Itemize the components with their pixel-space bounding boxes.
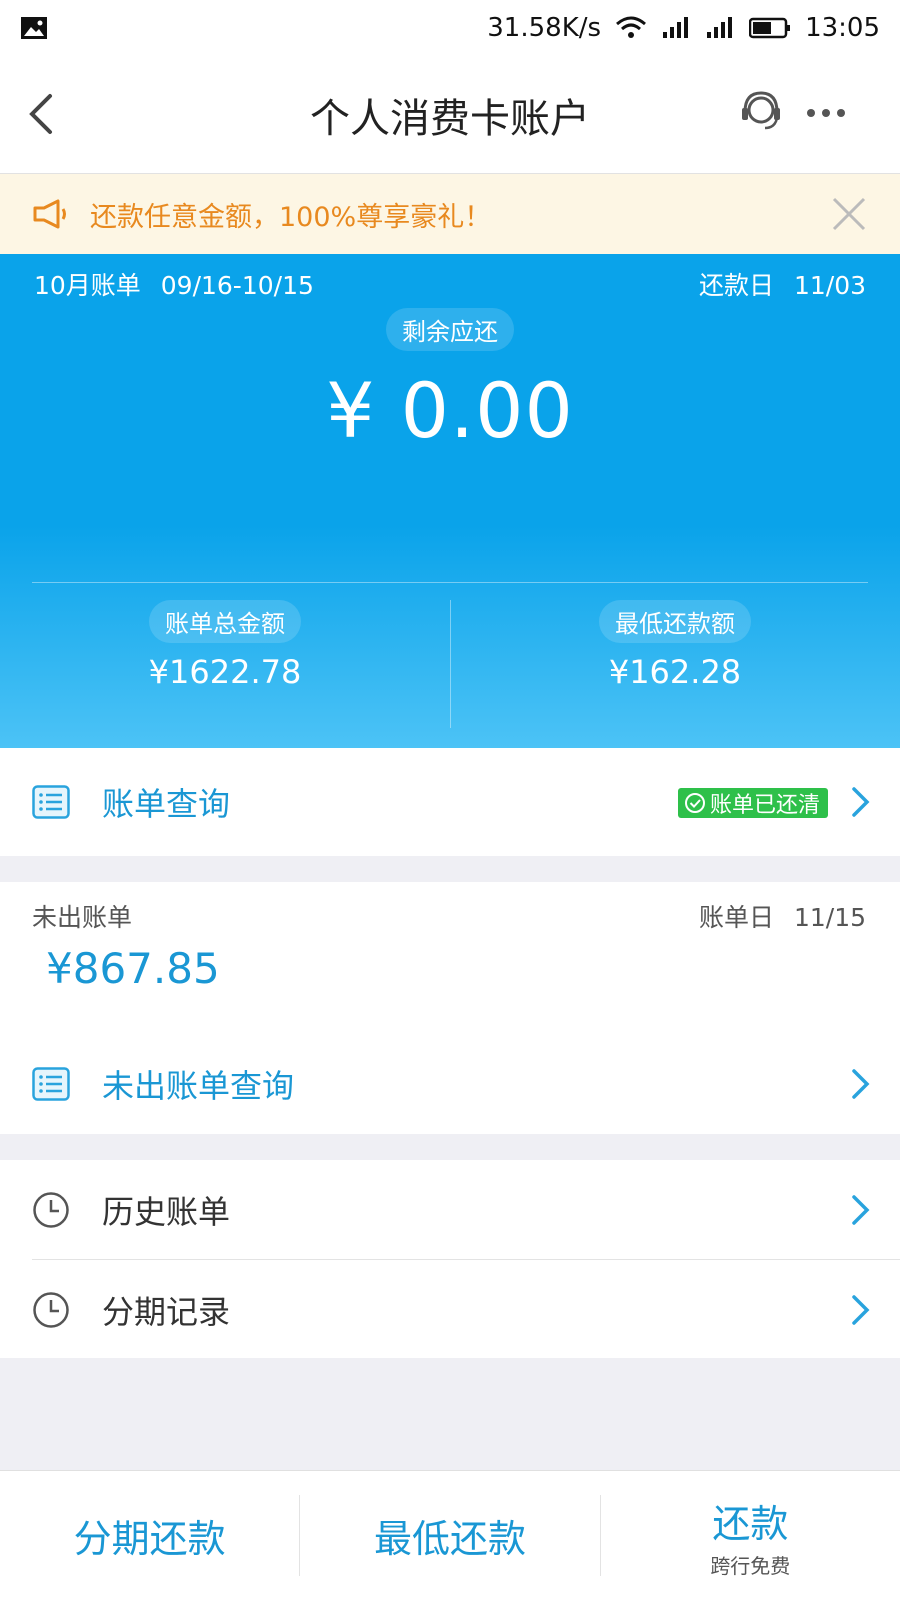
installment-repay-button[interactable]: 分期还款 [0,1495,299,1576]
bill-query-row[interactable]: 账单查询 账单已还清 [0,752,900,852]
unbilled-label: 未出账单 [32,903,133,932]
signal-icon-2 [707,17,733,38]
total-label: 账单总金额 [149,600,301,643]
footer-actions: 分期还款 最低还款 还款 跨行免费 [0,1470,900,1600]
repay-sub-label: 跨行免费 [710,1553,791,1578]
min-amount-block: 最低还款额 ¥162.28 [450,600,900,691]
unbilled-query-row[interactable]: 未出账单查询 [0,1034,900,1134]
bill-day-label: 账单日 [698,903,774,932]
list-icon [32,1067,70,1101]
unbilled-amount: ¥867.85 [46,944,220,993]
promo-text: 还款任意金额，100%尊享豪礼！ [90,201,492,233]
status-bar: 31.58K/s 13:05 [0,0,900,56]
repay-button[interactable]: 还款 跨行免费 [599,1495,900,1578]
gallery-icon [21,17,47,39]
unbilled-query-label: 未出账单查询 [102,1067,295,1105]
unbilled-card: 未出账单 账单日 11/15 ¥867.85 未出账单查询 [0,882,900,1134]
bill-day-value: 11/15 [793,903,866,932]
history-bill-label: 历史账单 [102,1193,231,1231]
min-amount: ¥162.28 [608,653,742,691]
remaining-amount: ¥ 0.00 [326,366,574,455]
bill-range: 09/16-10/15 [160,271,314,300]
list-icon [32,785,70,819]
status-badge: 账单已还清 [677,788,828,818]
bill-day: 账单日 11/15 [699,898,866,934]
min-repay-label: 最低还款 [373,1517,526,1561]
chevron-right-icon [852,1295,870,1325]
clock: 13:05 [805,13,880,43]
check-circle-icon [684,793,705,813]
installment-record-row[interactable]: 分期记录 [0,1260,900,1360]
clock-icon [33,1292,69,1328]
clock-icon [33,1192,69,1228]
bill-period: 10月账单 09/16-10/15 [34,266,314,302]
close-icon[interactable] [830,195,868,233]
bill-summary: 10月账单 09/16-10/15 还款日 11/03 剩余应还 ¥ 0.00 … [0,254,900,748]
megaphone-icon [33,199,66,229]
customer-service-icon[interactable] [738,88,784,134]
due-label: 还款日 [698,271,774,300]
history-card: 历史账单 分期记录 [0,1160,900,1358]
total-amount-block: 账单总金额 ¥1622.78 [0,600,450,691]
signal-icon [663,17,689,38]
battery-icon [749,17,791,39]
chevron-right-icon [852,1069,870,1099]
due-value: 11/03 [793,271,866,300]
total-amount: ¥1622.78 [148,653,302,691]
chevron-right-icon [852,787,870,817]
min-label: 最低还款额 [599,600,751,643]
nav-bar: 个人消费卡账户 [0,56,900,174]
remaining-label: 剩余应还 [386,308,514,351]
bill-query-label: 账单查询 [102,785,231,823]
status-badge-text: 账单已还清 [709,793,820,818]
more-icon[interactable] [806,108,846,118]
repay-label: 还款 [712,1501,789,1546]
wifi-icon [616,16,647,38]
promo-banner[interactable]: 还款任意金额，100%尊享豪礼！ [0,174,900,254]
installment-repay-label: 分期还款 [73,1517,226,1561]
history-bill-row[interactable]: 历史账单 [0,1160,900,1260]
bill-month: 10月账单 [34,271,141,300]
bill-query-card: 账单查询 账单已还清 [0,748,900,856]
chevron-right-icon [852,1195,870,1225]
installment-record-label: 分期记录 [102,1293,231,1331]
divider [32,582,868,583]
due-date: 还款日 11/03 [699,266,866,302]
network-speed: 31.58K/s [487,13,602,43]
min-repay-button[interactable]: 最低还款 [299,1495,599,1576]
